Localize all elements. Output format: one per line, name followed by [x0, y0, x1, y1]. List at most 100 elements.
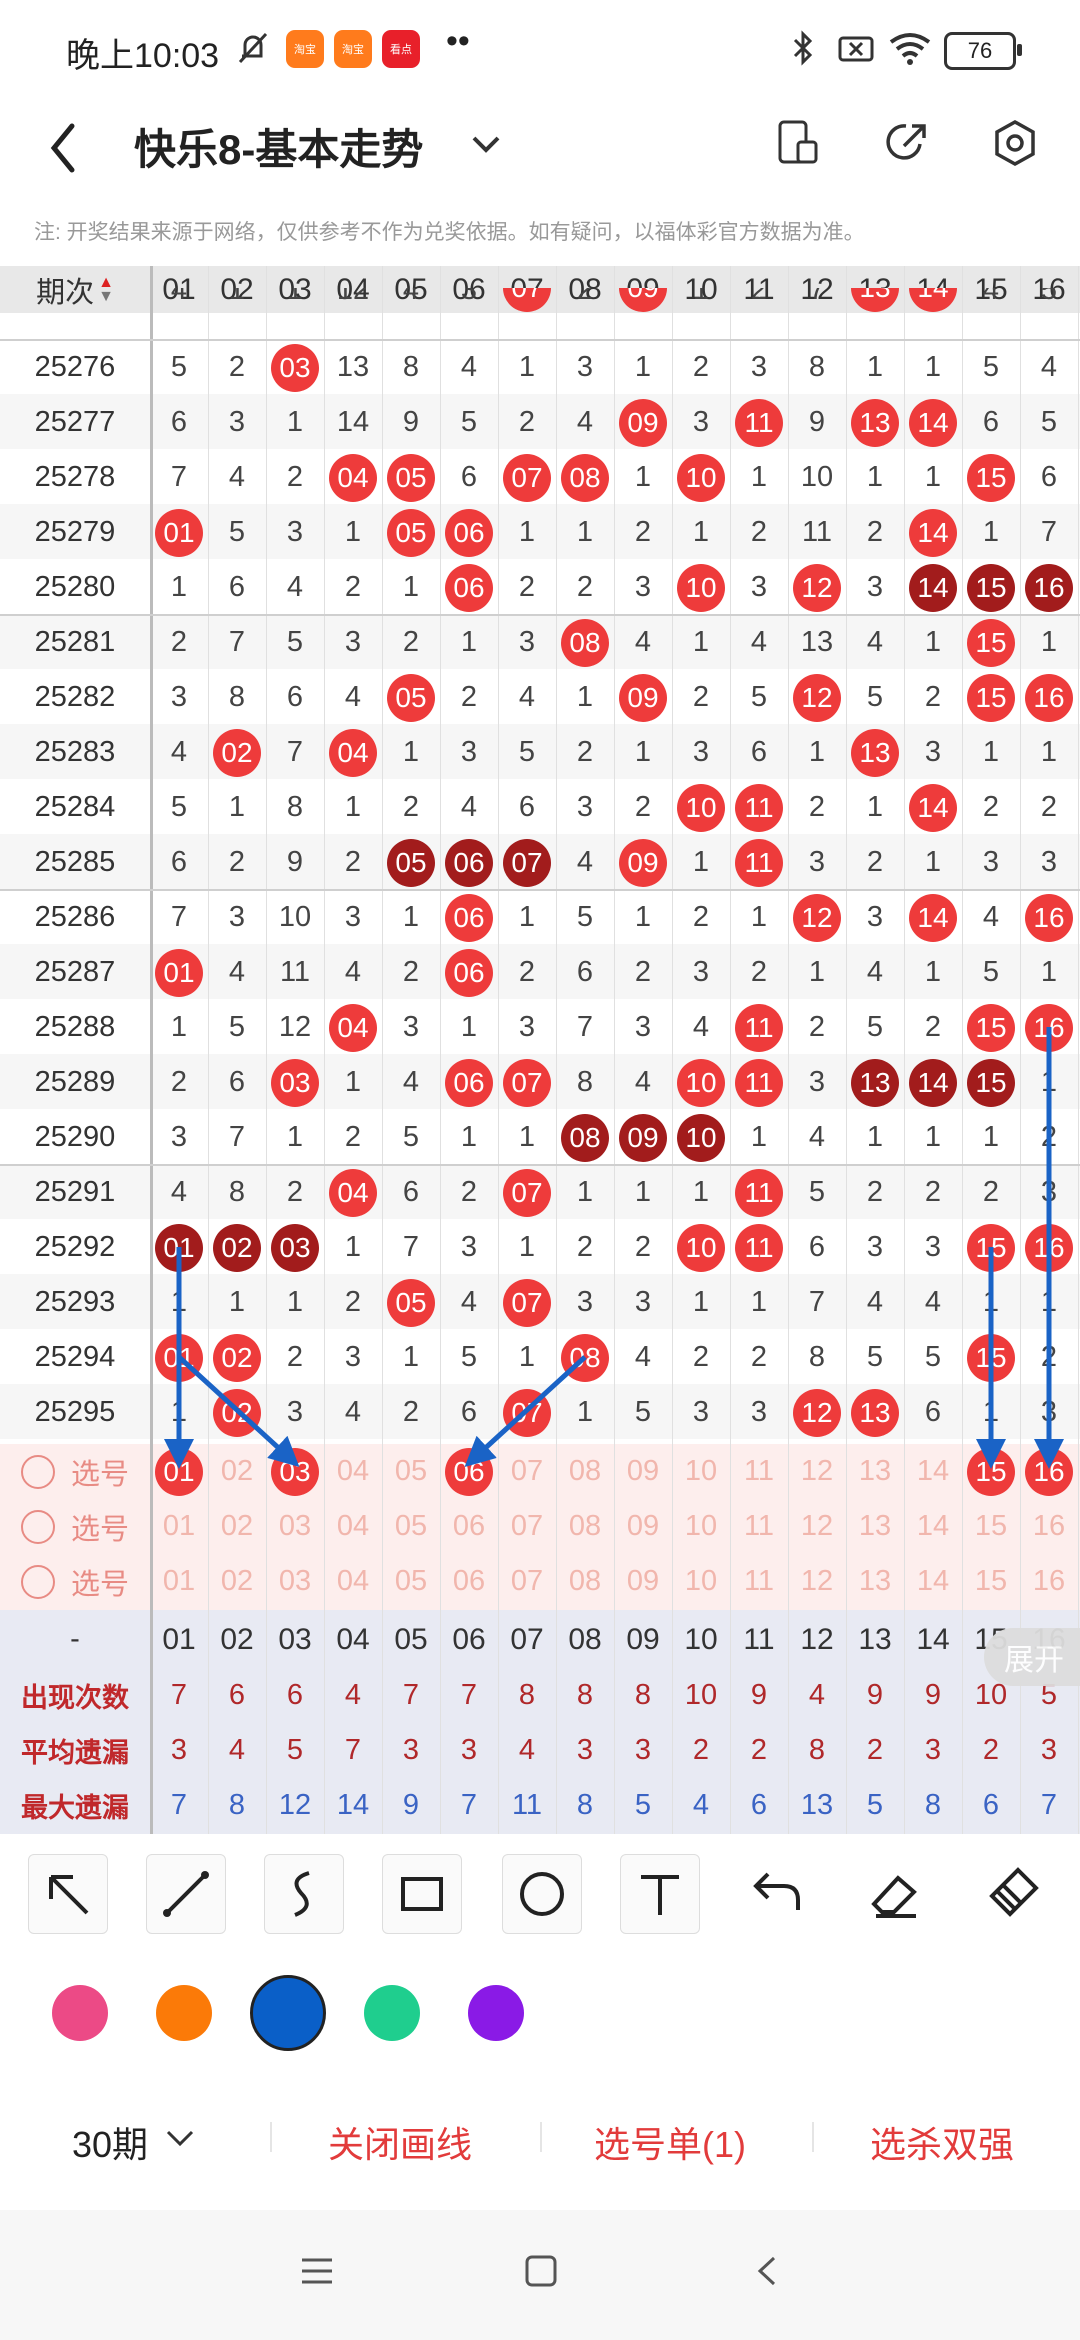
back-icon[interactable] [44, 118, 84, 178]
select-number[interactable]: 07 [498, 1499, 556, 1554]
select-number[interactable]: 14 [904, 1444, 962, 1499]
eraser-tool[interactable] [856, 1854, 934, 1932]
select-number[interactable]: 06 [440, 1554, 498, 1609]
clear-tool[interactable] [974, 1854, 1052, 1932]
select-number[interactable]: 04 [324, 1554, 382, 1609]
select-number[interactable]: 15 [962, 1444, 1020, 1499]
selection-list-button[interactable]: 选号单(1) [594, 2116, 746, 2168]
select-number[interactable]: 03 [266, 1554, 324, 1609]
color-swatch[interactable] [156, 1985, 212, 2041]
select-number[interactable]: 04 [324, 1444, 382, 1499]
close-lines-button[interactable]: 关闭画线 [328, 2116, 472, 2168]
miss-count: 3 [344, 901, 362, 933]
select-number[interactable]: 01 [150, 1499, 208, 1554]
select-number[interactable]: 08 [556, 1554, 614, 1609]
selected-ball[interactable]: 15 [967, 1447, 1015, 1496]
rect-tool[interactable] [382, 1854, 462, 1934]
select-number[interactable]: 11 [730, 1444, 788, 1499]
footer-column-header: 03 [278, 1622, 312, 1656]
chevron-down-icon[interactable] [164, 2128, 196, 2150]
select-number[interactable]: 12 [788, 1499, 846, 1554]
select-number[interactable]: 14 [904, 1499, 962, 1554]
select-number[interactable]: 05 [382, 1554, 440, 1609]
undo-tool[interactable] [738, 1854, 816, 1932]
winning-number: 14 [904, 395, 962, 450]
color-swatch[interactable] [52, 1985, 108, 2041]
page-title[interactable]: 快乐8-基本走势 [134, 116, 423, 177]
select-number[interactable]: 08 [556, 1499, 614, 1554]
selected-ball[interactable]: 01 [155, 1447, 203, 1496]
select-number[interactable]: 06 [440, 1499, 498, 1554]
selected-ball[interactable]: 16 [1025, 1447, 1073, 1496]
selected-ball[interactable]: 06 [445, 1447, 493, 1496]
select-number[interactable]: 02 [208, 1554, 266, 1609]
line-tool[interactable] [146, 1854, 226, 1934]
select-number[interactable]: 14 [904, 1554, 962, 1609]
select-number[interactable]: 12 [788, 1554, 846, 1609]
select-number[interactable]: 08 [556, 1444, 614, 1499]
draw-cell: 1 [692, 288, 710, 306]
menu-icon[interactable] [300, 2254, 334, 2288]
period-header[interactable]: 期次 ▲ ▼ [0, 266, 150, 317]
select-number[interactable]: 07 [498, 1554, 556, 1609]
home-icon[interactable] [524, 2254, 558, 2288]
curve-tool[interactable] [264, 1854, 344, 1934]
select-number[interactable]: 16 [1020, 1499, 1078, 1554]
select-number[interactable]: 01 [150, 1554, 208, 1609]
back-nav-icon[interactable] [752, 2254, 782, 2288]
select-number[interactable]: 09 [614, 1554, 672, 1609]
arrow-tool[interactable] [28, 1854, 108, 1934]
color-swatch[interactable] [250, 1975, 326, 2051]
winning-number: 02 [208, 1385, 266, 1440]
radio-circle-icon[interactable] [20, 1509, 55, 1544]
select-number[interactable]: 13 [846, 1444, 904, 1499]
select-number[interactable]: 05 [382, 1444, 440, 1499]
select-number[interactable]: 12 [788, 1444, 846, 1499]
select-number[interactable]: 16 [1020, 1554, 1078, 1609]
select-row-label[interactable]: 选号 [0, 1499, 150, 1554]
select-number[interactable]: 01 [150, 1444, 208, 1499]
select-number[interactable]: 11 [730, 1499, 788, 1554]
partial-cell: 1 [672, 288, 730, 318]
select-number[interactable]: 02 [208, 1499, 266, 1554]
select-number[interactable]: 10 [672, 1499, 730, 1554]
select-number[interactable]: 15 [962, 1499, 1020, 1554]
radio-circle-icon[interactable] [20, 1564, 55, 1599]
select-number[interactable]: 09 [614, 1499, 672, 1554]
select-number[interactable]: 06 [440, 1444, 498, 1499]
winning-number: 06 [440, 835, 498, 890]
selected-ball[interactable]: 03 [271, 1447, 319, 1496]
radio-circle-icon[interactable] [20, 1454, 55, 1489]
select-number[interactable]: 09 [614, 1444, 672, 1499]
chevron-down-icon[interactable] [470, 132, 502, 156]
settings-icon[interactable] [990, 118, 1040, 168]
expand-button[interactable]: 展开 [984, 1628, 1080, 1686]
select-number[interactable]: 11 [730, 1554, 788, 1609]
color-swatch[interactable] [364, 1985, 420, 2041]
text-tool[interactable] [620, 1854, 700, 1934]
period-select[interactable]: 30期 [72, 2116, 148, 2168]
select-number[interactable]: 13 [846, 1554, 904, 1609]
sort-icon[interactable]: ▲ ▼ [98, 274, 114, 304]
winning-number: 03 [266, 1220, 324, 1275]
select-number[interactable]: 10 [672, 1444, 730, 1499]
share-icon[interactable] [882, 118, 930, 166]
select-number[interactable]: 10 [672, 1554, 730, 1609]
select-number[interactable]: 07 [498, 1444, 556, 1499]
select-number[interactable]: 15 [962, 1554, 1020, 1609]
select-row-label[interactable]: 选号 [0, 1444, 150, 1499]
select-number[interactable]: 03 [266, 1499, 324, 1554]
miss-count: 1 [750, 1286, 768, 1318]
select-number[interactable]: 02 [208, 1444, 266, 1499]
select-number[interactable]: 05 [382, 1499, 440, 1554]
select-number[interactable]: 16 [1020, 1444, 1078, 1499]
select-number[interactable]: 13 [846, 1499, 904, 1554]
select-number[interactable]: 04 [324, 1499, 382, 1554]
select-row-label[interactable]: 选号 [0, 1554, 150, 1609]
select-number[interactable]: 03 [266, 1444, 324, 1499]
device-switch-icon[interactable] [776, 118, 820, 166]
color-swatch[interactable] [468, 1985, 524, 2041]
circle-tool[interactable] [502, 1854, 582, 1934]
miss-count: 1 [1040, 1286, 1058, 1318]
kill-strong-button[interactable]: 选杀双强 [870, 2116, 1014, 2168]
